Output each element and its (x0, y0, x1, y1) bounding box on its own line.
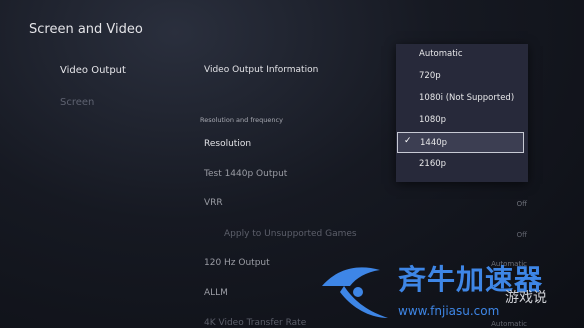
option-2160p[interactable]: 2160p (396, 154, 528, 176)
sidebar-item-screen[interactable]: Screen (60, 97, 94, 108)
watermark-game-label: 游戏说 (505, 290, 547, 306)
vrr-value: Off (516, 200, 527, 208)
page-title: Screen and Video (29, 22, 143, 37)
test-output-setting[interactable]: Test 1440p Output (204, 169, 287, 179)
option-label: Automatic (419, 49, 463, 59)
option-label: 1440p (420, 138, 448, 148)
option-1440p[interactable]: ✓ 1440p (397, 132, 524, 153)
option-label: 2160p (419, 159, 447, 169)
resolution-dropdown[interactable]: Automatic 720p 1080i (Not Supported) 108… (396, 44, 528, 182)
sidebar-item-video-output[interactable]: Video Output (60, 65, 126, 76)
option-label: 720p (419, 71, 441, 81)
watermark-url: www.fnjiasu.com (398, 304, 500, 318)
allm-setting[interactable]: ALLM (204, 288, 228, 298)
apply-unsupported-setting[interactable]: Apply to Unsupported Games (224, 229, 357, 239)
checkmark-icon: ✓ (404, 136, 412, 146)
option-720p[interactable]: 720p (396, 66, 528, 88)
resolution-setting[interactable]: Resolution (204, 139, 251, 149)
video-transfer-rate-setting[interactable]: 4K Video Transfer Rate (204, 318, 306, 328)
apply-unsupported-value: Off (516, 231, 527, 239)
option-1080i[interactable]: 1080i (Not Supported) (396, 88, 528, 110)
120hz-output-setting[interactable]: 120 Hz Output (204, 258, 270, 268)
option-automatic[interactable]: Automatic (396, 44, 528, 66)
video-output-information-item[interactable]: Video Output Information (204, 65, 318, 75)
section-label: Resolution and frequency (200, 116, 283, 124)
option-label: 1080p (419, 115, 447, 125)
vrr-setting[interactable]: VRR (204, 198, 223, 208)
option-1080p[interactable]: 1080p (396, 110, 528, 132)
option-label: 1080i (Not Supported) (419, 93, 515, 103)
